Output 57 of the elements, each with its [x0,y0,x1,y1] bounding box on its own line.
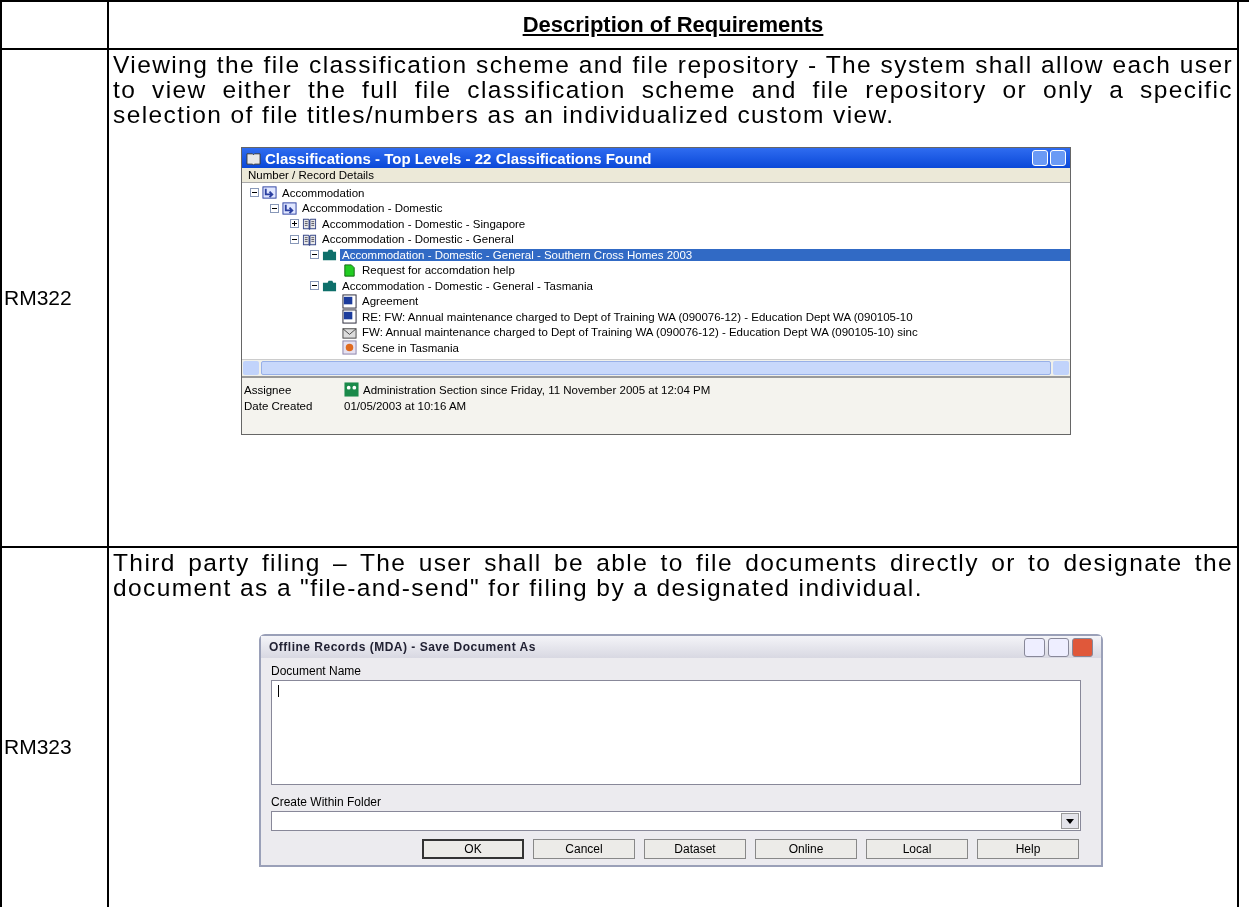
minimize-button[interactable] [1024,637,1045,657]
dialog-button[interactable]: Dataset [644,839,746,859]
people-icon [344,382,359,397]
requirement-id: RM323 [4,735,72,759]
book-icon [302,216,317,232]
dropdown-arrow-icon [1066,818,1074,824]
picture-icon [342,340,357,356]
tree-item[interactable]: Accommodation [280,186,367,199]
field-label: Document Name [271,664,363,678]
dialog-button[interactable]: Help [977,839,1079,859]
window-title: Classifications - Top Levels - 22 Classifications Found [265,149,652,167]
arrow-folder-icon [262,185,277,201]
collapse-toggle[interactable] [310,281,319,291]
tree-item[interactable]: RE: FW: Annual maintenance charged to Dept of Training WA (090076-12) - Education Dept WA (090105-10 [360,310,915,323]
folder-icon [322,278,337,294]
horizontal-scrollbar[interactable] [242,358,1070,376]
expand-toggle[interactable] [290,219,299,229]
folder-dropdown[interactable] [271,811,1081,831]
folder-icon [322,247,337,263]
column-header[interactable]: Number / Record Details [242,168,1070,183]
requirement-id: RM322 [4,286,72,310]
collapse-toggle[interactable] [290,234,299,244]
tree-item[interactable]: Accommodation - Domestic - General [320,233,516,246]
tree-item[interactable]: Scene in Tasmania [360,341,461,354]
dialog-button[interactable]: Local [866,839,968,859]
scrollbar-thumb[interactable] [261,360,1051,375]
collapse-toggle[interactable] [270,203,279,213]
arrow-folder-icon [282,200,297,216]
detail-value: 01/05/2003 at 10:16 AM [344,399,467,412]
window-title: Offline Records (MDA) - Save Document As [269,640,536,654]
tree-item[interactable]: Agreement [360,295,421,308]
tree-item[interactable]: Accommodation - Domestic - General - Tasmania [340,279,595,292]
collapse-toggle[interactable] [310,250,319,260]
document-name-field[interactable] [271,680,1081,785]
maximize-button[interactable] [1048,637,1069,657]
word-document-icon [342,309,357,325]
column-heading: Description of Requirements [522,12,824,38]
detail-label: Date Created [244,399,314,412]
tree-item[interactable]: Request for accomdation help [360,264,517,277]
tree-item[interactable]: Accommodation - Domestic [300,202,445,215]
detail-label: Assignee [244,383,293,396]
collapse-toggle[interactable] [250,188,259,198]
restore-button[interactable] [1032,150,1048,166]
tree-item[interactable]: Accommodation - Domestic - Singapore [320,217,528,230]
field-label: Create Within Folder [271,795,383,809]
tree-item[interactable]: Accommodation - Domestic - General - Southern Cross Homes 2003 [340,248,1070,261]
dialog-button[interactable]: Online [755,839,857,859]
detail-value: Administration Section since Friday, 11 November 2005 at 12:04 PM [363,383,711,396]
requirement-description: Third party filing – The user shall be able to file documents directly or to designate the document as a "file-and-send" for filing by a designated individual. [113,550,1233,600]
document-icon [342,262,357,278]
dialog-button[interactable]: Cancel [533,839,635,859]
requirement-description: Viewing the file classification scheme and file repository - The system shall allow each user to view either the full file classification scheme and file repository or only a specific selection of file titles/numbers as an individualized custom view. [113,52,1233,127]
book-icon [246,150,261,166]
word-document-icon [342,293,357,309]
dialog-button[interactable]: OK [422,839,524,859]
close-button[interactable] [1072,637,1093,657]
tree-item[interactable]: FW: Annual maintenance charged to Dept of Training WA (090076-12) - Education Dept WA (090105-10) sinc [360,326,920,339]
